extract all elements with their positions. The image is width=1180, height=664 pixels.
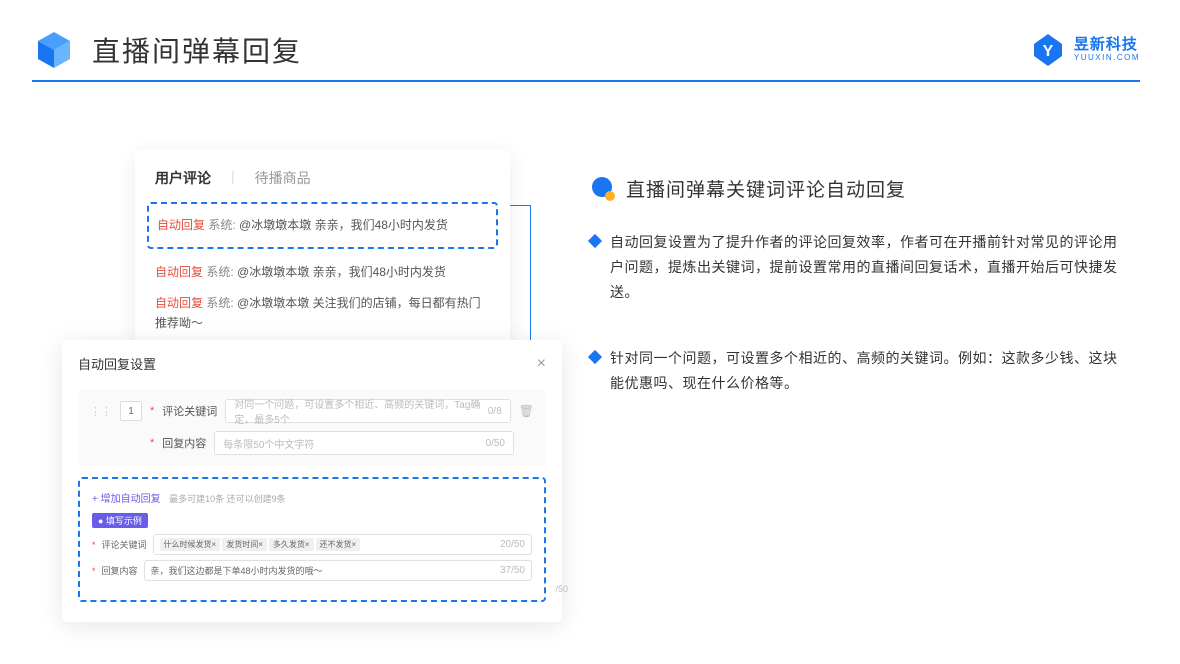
bubble-icon [590, 176, 616, 202]
tab-user-comments[interactable]: 用户评论 [155, 168, 211, 188]
example-content-input[interactable]: 亲，我们这边都是下单48小时内发货的哦～ 37/50 [144, 560, 532, 581]
tag-item[interactable]: 多久发货× [269, 538, 314, 551]
comment-row: 自动回复 系统: @冰墩墩本墩 关注我们的店铺，每日都有热门推荐呦～ [155, 288, 490, 338]
connector-line [510, 205, 530, 206]
keyword-tags: 什么时候发货× 发货时间× 多久发货× 还不发货× [160, 538, 361, 551]
comment-row: 自动回复 系统: @冰墩墩本墩 亲亲，我们48小时内发货 [157, 210, 488, 241]
content-area: 用户评论 | 待播商品 自动回复 系统: @冰墩墩本墩 亲亲，我们48小时内发货… [0, 120, 1180, 664]
section-header: 直播间弹幕关键词评论自动回复 [590, 175, 1130, 202]
tag-item[interactable]: 还不发货× [316, 538, 361, 551]
drag-handle-icon[interactable]: ⋮⋮ [90, 405, 112, 418]
keyword-label: 评论关键词 [162, 403, 217, 419]
settings-header: 自动回复设置 × [78, 354, 546, 373]
diamond-bullet-icon [588, 234, 602, 248]
tag-item[interactable]: 发货时间× [222, 538, 267, 551]
example-badge: ● 填写示例 [92, 513, 148, 528]
close-icon[interactable]: × [537, 355, 546, 373]
comment-row: 自动回复 系统: @冰墩墩本墩 亲亲，我们48小时内发货 [155, 257, 490, 288]
cube-icon [32, 28, 76, 72]
comment-panel: 用户评论 | 待播商品 自动回复 系统: @冰墩墩本墩 亲亲，我们48小时内发货… [135, 150, 510, 363]
auto-reply-tag: 自动回复 [157, 218, 205, 232]
tab-pending-products[interactable]: 待播商品 [255, 168, 311, 188]
example-keyword-row: * 评论关键词 什么时候发货× 发货时间× 多久发货× 还不发货× 20/50 [92, 534, 532, 555]
bullet-text: 自动回复设置为了提升作者的评论回复效率，作者可在开播前针对常见的评论用户问题，提… [610, 230, 1130, 306]
content-row: * 回复内容 每条限50个中文字符 0/50 [90, 431, 534, 455]
example-keyword-input[interactable]: 什么时候发货× 发货时间× 多久发货× 还不发货× 20/50 [153, 534, 532, 555]
auto-reply-settings-panel: 自动回复设置 × ⋮⋮ 1 * 评论关键词 对同一个问题，可设置多个相近、高频的… [62, 340, 562, 622]
bullet-item: 自动回复设置为了提升作者的评论回复效率，作者可在开播前针对常见的评论用户问题，提… [590, 230, 1130, 306]
add-limit-note: 最多可建10条 还可以创建9条 [169, 494, 286, 504]
highlighted-comment: 自动回复 系统: @冰墩墩本墩 亲亲，我们48小时内发货 [147, 202, 498, 249]
bullet-item: 针对同一个问题，可设置多个相近的、高频的关键词。例如：这款多少钱、这块能优惠吗、… [590, 346, 1130, 396]
left-column: 用户评论 | 待播商品 自动回复 系统: @冰墩墩本墩 亲亲，我们48小时内发货… [0, 120, 560, 664]
brand-text: 昱新科技 YUUXIN.COM [1074, 37, 1140, 62]
example-content-row: * 回复内容 亲，我们这边都是下单48小时内发货的哦～ 37/50 [92, 560, 532, 581]
comment-text: @冰墩墩本墩 亲亲，我们48小时内发货 [239, 218, 448, 232]
form-section: ⋮⋮ 1 * 评论关键词 对同一个问题，可设置多个相近、高频的关键词，Tag确定… [78, 389, 546, 465]
tag-item[interactable]: 什么时候发货× [160, 538, 221, 551]
comment-tabs: 用户评论 | 待播商品 [155, 168, 490, 188]
brand: Y 昱新科技 YUUXIN.COM [1030, 32, 1140, 68]
content-input[interactable]: 每条限50个中文字符 0/50 [214, 431, 514, 455]
diamond-bullet-icon [588, 349, 602, 363]
page-title: 直播间弹幕回复 [92, 30, 302, 70]
settings-title: 自动回复设置 [78, 354, 156, 373]
add-auto-reply-link[interactable]: + 增加自动回复 [92, 490, 161, 505]
system-tag: 系统: [208, 218, 235, 232]
example-box: + 增加自动回复 最多可建10条 还可以创建9条 ● 填写示例 * 评论关键词 … [78, 477, 546, 602]
svg-text:Y: Y [1043, 43, 1054, 60]
content-label: 回复内容 [162, 435, 206, 451]
brand-logo-icon: Y [1030, 32, 1066, 68]
brand-name-cn: 昱新科技 [1074, 37, 1140, 54]
brand-name-en: YUUXIN.COM [1074, 54, 1140, 63]
outer-counter: /50 [555, 584, 568, 594]
delete-icon[interactable]: 🗑 [519, 404, 534, 418]
page-header: 直播间弹幕回复 Y 昱新科技 YUUXIN.COM [0, 0, 1180, 72]
right-column: 直播间弹幕关键词评论自动回复 自动回复设置为了提升作者的评论回复效率，作者可在开… [560, 120, 1180, 664]
bullet-text: 针对同一个问题，可设置多个相近的、高频的关键词。例如：这款多少钱、这块能优惠吗、… [610, 346, 1130, 396]
header-divider [32, 80, 1140, 82]
keyword-input[interactable]: 对同一个问题，可设置多个相近、高频的关键词，Tag确定，最多5个 0/8 [225, 399, 510, 423]
section-title: 直播间弹幕关键词评论自动回复 [626, 175, 906, 202]
header-left: 直播间弹幕回复 [32, 28, 302, 72]
row-number: 1 [120, 401, 142, 421]
keyword-row: ⋮⋮ 1 * 评论关键词 对同一个问题，可设置多个相近、高频的关键词，Tag确定… [90, 399, 534, 423]
